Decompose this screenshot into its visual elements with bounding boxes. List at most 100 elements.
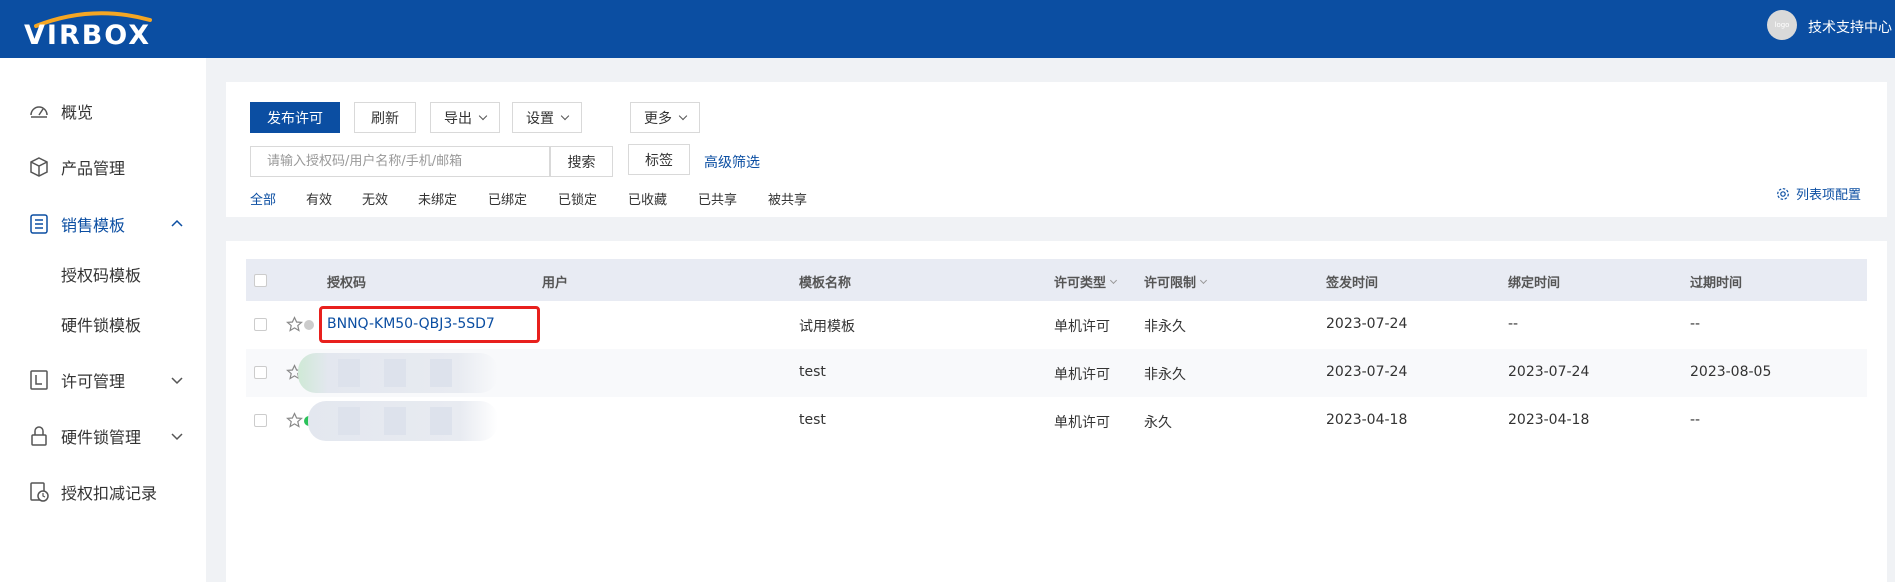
- record-icon: [30, 482, 49, 502]
- advanced-filter-link[interactable]: 高级筛选: [704, 152, 760, 172]
- chevron-down-icon: [560, 111, 570, 120]
- header-expire-time: 过期时间: [1690, 276, 1743, 291]
- chevron-up-icon[interactable]: [170, 217, 184, 231]
- sidebar-item-label: 许可管理: [61, 372, 126, 391]
- cell-license-limit: 非永久: [1144, 367, 1186, 383]
- chevron-down-icon: [678, 111, 688, 120]
- sidebar-item-sales-template[interactable]: 销售模板: [0, 204, 206, 244]
- cell-bind-time: 2023-04-18: [1508, 412, 1590, 428]
- cell-license-type: 单机许可: [1054, 415, 1110, 431]
- table-row[interactable]: test 单机许可 非永久 2023-07-24 2023-07-24 2023…: [246, 349, 1867, 397]
- redacted-code-blur: [308, 401, 498, 441]
- virbox-logo[interactable]: VIRBOX: [22, 6, 182, 51]
- sidebar-item-label: 销售模板: [61, 216, 126, 235]
- sidebar-item-label: 概览: [61, 103, 94, 122]
- star-icon[interactable]: [286, 412, 303, 429]
- publish-license-button[interactable]: 发布许可: [250, 102, 340, 133]
- table-row[interactable]: test 单机许可 永久 2023-04-18 2023-04-18 --: [246, 397, 1867, 445]
- cell-template: test: [799, 412, 826, 428]
- sidebar-item-label: 授权扣减记录: [61, 484, 158, 503]
- cell-bind-time: 2023-07-24: [1508, 364, 1590, 380]
- user-name[interactable]: 技术支持中心: [1808, 17, 1892, 37]
- header-issue-time: 签发时间: [1326, 276, 1379, 291]
- avatar[interactable]: logo: [1767, 10, 1797, 40]
- header-license-type[interactable]: 许可类型: [1054, 272, 1118, 291]
- sidebar-item-label: 硬件锁模板: [61, 316, 142, 335]
- license-icon: [30, 370, 48, 390]
- sidebar-item-hardware-lock-template[interactable]: 硬件锁模板: [0, 304, 206, 344]
- sidebar-item-overview[interactable]: 概览: [0, 91, 206, 131]
- dashboard-icon: [30, 106, 48, 118]
- header-template: 模板名称: [799, 276, 852, 291]
- sidebar-item-hardware-lock-management[interactable]: 硬件锁管理: [0, 416, 206, 456]
- cell-template: test: [799, 364, 826, 380]
- refresh-button[interactable]: 刷新: [354, 102, 416, 133]
- cell-template: 试用模板: [799, 319, 855, 335]
- template-list-icon: [30, 214, 48, 234]
- cell-license-type: 单机许可: [1054, 367, 1110, 383]
- star-icon[interactable]: [286, 316, 303, 333]
- chevron-down-icon: [1109, 276, 1118, 284]
- header-license-limit[interactable]: 许可限制: [1144, 272, 1208, 291]
- header-license-type-label: 许可类型: [1054, 276, 1107, 291]
- search-button[interactable]: 搜索: [550, 146, 613, 177]
- header-bind-time: 绑定时间: [1508, 276, 1561, 291]
- sidebar-item-label: 产品管理: [61, 159, 126, 178]
- filter-shared-with-me[interactable]: 被共享: [768, 189, 807, 208]
- logo-text: VIRBOX: [24, 20, 152, 51]
- sidebar-item-deduction-records[interactable]: 授权扣减记录: [0, 472, 206, 512]
- cell-issue-time: 2023-07-24: [1326, 316, 1408, 332]
- select-all-checkbox[interactable]: [254, 274, 267, 287]
- sidebar-item-label: 授权码模板: [61, 266, 142, 285]
- filter-unbound[interactable]: 未绑定: [418, 189, 457, 208]
- column-config-button[interactable]: 列表项配置: [1776, 184, 1861, 203]
- filter-favorited[interactable]: 已收藏: [628, 189, 667, 208]
- header-user: 用户: [542, 276, 569, 291]
- top-bar: VIRBOX logo 技术支持中心: [0, 0, 1895, 58]
- sidebar-item-products[interactable]: 产品管理: [0, 147, 206, 187]
- filter-bound[interactable]: 已绑定: [488, 189, 527, 208]
- cell-bind-time: --: [1508, 316, 1519, 332]
- chevron-down-icon[interactable]: [170, 373, 184, 387]
- cell-issue-time: 2023-04-18: [1326, 412, 1408, 428]
- search-input[interactable]: [250, 146, 550, 177]
- filter-valid[interactable]: 有效: [306, 189, 332, 208]
- cell-license-limit: 永久: [1144, 415, 1172, 431]
- gear-icon: [1777, 187, 1789, 200]
- filter-shared[interactable]: 已共享: [698, 189, 737, 208]
- filter-locked[interactable]: 已锁定: [558, 189, 597, 208]
- redacted-code-blur: [298, 353, 498, 393]
- lock-icon: [31, 426, 47, 446]
- more-dropdown[interactable]: 更多: [630, 102, 700, 133]
- row-checkbox[interactable]: [254, 414, 267, 427]
- chevron-down-icon: [1199, 276, 1208, 284]
- cell-expire-time: --: [1690, 412, 1701, 428]
- filter-invalid[interactable]: 无效: [362, 189, 388, 208]
- chevron-down-icon[interactable]: [170, 429, 184, 443]
- chevron-down-icon: [478, 111, 488, 120]
- settings-dropdown[interactable]: 设置: [512, 102, 582, 133]
- tag-button[interactable]: 标签: [628, 144, 690, 175]
- cell-issue-time: 2023-07-24: [1326, 364, 1408, 380]
- sidebar-item-label: 硬件锁管理: [61, 428, 142, 447]
- cell-license-limit: 非永久: [1144, 319, 1186, 335]
- cell-expire-time: 2023-08-05: [1690, 364, 1772, 380]
- filter-all[interactable]: 全部: [250, 189, 276, 208]
- toolbar-panel: 发布许可 刷新 导出 设置 更多 搜索 标签 高级筛选 全部 有效 无效 未绑定…: [226, 82, 1887, 217]
- sidebar-item-license-management[interactable]: 许可管理: [0, 360, 206, 400]
- table-panel: 授权码 用户 模板名称 许可类型 许可限制 签发时间 绑定时间 过期时间 BNN…: [226, 241, 1887, 582]
- sidebar: 概览 产品管理 销售模板 授权码模板 硬件锁模板 许可管理 硬件锁管理 授权扣减…: [0, 58, 206, 582]
- table-header: 授权码 用户 模板名称 许可类型 许可限制 签发时间 绑定时间 过期时间: [246, 259, 1867, 301]
- export-label: 导出: [444, 110, 472, 127]
- settings-label: 设置: [526, 110, 554, 127]
- sidebar-item-auth-code-template[interactable]: 授权码模板: [0, 254, 206, 294]
- highlight-box: [319, 306, 540, 343]
- row-checkbox[interactable]: [254, 366, 267, 379]
- export-dropdown[interactable]: 导出: [430, 102, 500, 133]
- row-checkbox[interactable]: [254, 318, 267, 331]
- status-dot: [304, 320, 314, 330]
- box-icon: [30, 157, 48, 177]
- cell-expire-time: --: [1690, 316, 1701, 332]
- cell-license-type: 单机许可: [1054, 319, 1110, 335]
- header-license-limit-label: 许可限制: [1144, 276, 1197, 291]
